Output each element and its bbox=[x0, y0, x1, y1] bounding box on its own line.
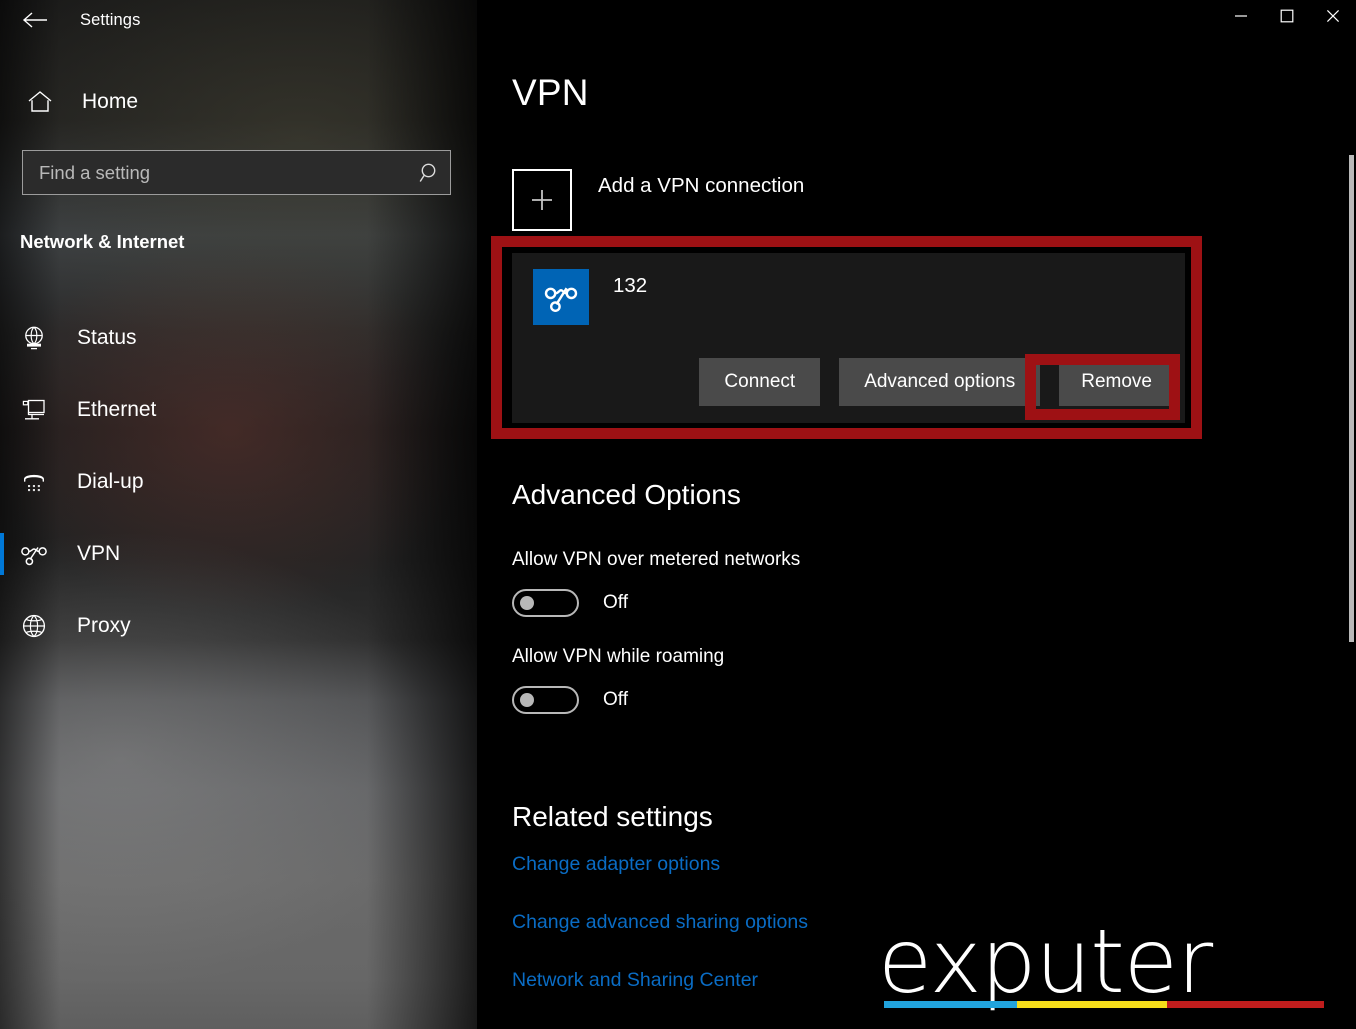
globe-icon bbox=[10, 612, 58, 640]
plus-icon bbox=[512, 168, 572, 231]
sidebar-item-dial-up[interactable]: Dial-up bbox=[0, 446, 455, 518]
titlebar-left: Settings bbox=[0, 0, 477, 40]
back-button[interactable] bbox=[12, 4, 58, 36]
minimize-icon bbox=[1235, 15, 1247, 17]
sidebar-nav-list: Status Ethernet Dial-up VPN Proxy bbox=[0, 302, 455, 662]
selection-accent-bar bbox=[0, 533, 4, 575]
toggle-metered-networks[interactable] bbox=[512, 589, 579, 617]
search-icon[interactable] bbox=[410, 161, 450, 185]
maximize-button[interactable] bbox=[1264, 0, 1310, 32]
sidebar-item-home-label: Home bbox=[82, 90, 139, 113]
sidebar-item-ethernet[interactable]: Ethernet bbox=[0, 374, 455, 446]
toggle-while-roaming[interactable] bbox=[512, 686, 579, 714]
globe-monitor-icon bbox=[10, 324, 58, 352]
close-icon bbox=[1326, 9, 1340, 23]
sidebar-item-dial-up-label: Dial-up bbox=[77, 470, 144, 493]
add-vpn-connection-button[interactable]: Add a VPN connection bbox=[512, 168, 804, 231]
toggle-state-metered-networks: Off bbox=[603, 592, 628, 613]
vpn-connection-tile-icon bbox=[533, 269, 589, 325]
sidebar-item-ethernet-label: Ethernet bbox=[77, 398, 157, 421]
toggle-state-while-roaming: Off bbox=[603, 689, 628, 710]
add-vpn-connection-label: Add a VPN connection bbox=[598, 174, 805, 197]
minimize-button[interactable] bbox=[1218, 0, 1264, 32]
home-icon bbox=[16, 90, 64, 114]
settings-window: Settings Home Find a setting Network & I… bbox=[0, 0, 1356, 1029]
toggle-row-metered-networks: Off bbox=[512, 589, 628, 617]
sidebar-item-status[interactable]: Status bbox=[0, 302, 455, 374]
search-box[interactable] bbox=[22, 150, 451, 195]
toggle-row-while-roaming: Off bbox=[512, 686, 628, 714]
vpn-connection-header: 132 bbox=[512, 253, 1185, 325]
sidebar-item-home[interactable]: Home bbox=[0, 82, 430, 122]
annotation-box-remove-button bbox=[1025, 354, 1180, 420]
monitor-plug-icon bbox=[10, 396, 58, 424]
sidebar-item-proxy[interactable]: Proxy bbox=[0, 590, 455, 662]
vpn-connection-name: 132 bbox=[613, 274, 648, 297]
scrollbar-thumb[interactable] bbox=[1349, 155, 1354, 642]
sidebar-item-proxy-label: Proxy bbox=[77, 614, 131, 637]
phone-handset-icon bbox=[10, 468, 58, 496]
back-arrow-icon bbox=[22, 12, 47, 28]
maximize-icon bbox=[1280, 9, 1294, 23]
page-title: VPN bbox=[512, 72, 589, 113]
setting-label-metered-networks: Allow VPN over metered networks bbox=[512, 549, 801, 570]
link-network-and-sharing-center[interactable]: Network and Sharing Center bbox=[512, 969, 758, 992]
sidebar-item-vpn[interactable]: VPN bbox=[0, 518, 455, 590]
advanced-options-heading: Advanced Options bbox=[512, 479, 741, 510]
app-title: Settings bbox=[80, 10, 141, 29]
main-content: VPN Add a VPN connection 132 Connect Adv… bbox=[477, 0, 1356, 1029]
sidebar: Settings Home Find a setting Network & I… bbox=[0, 0, 477, 1029]
advanced-options-button[interactable]: Advanced options bbox=[839, 358, 1041, 406]
connect-button[interactable]: Connect bbox=[699, 358, 821, 406]
sidebar-category-heading: Network & Internet bbox=[20, 231, 185, 252]
sidebar-item-vpn-label: VPN bbox=[77, 542, 121, 565]
vpn-key-icon bbox=[10, 541, 58, 567]
window-controls bbox=[1218, 0, 1356, 32]
setting-label-while-roaming: Allow VPN while roaming bbox=[512, 646, 725, 667]
close-button[interactable] bbox=[1310, 0, 1356, 32]
sidebar-item-status-label: Status bbox=[77, 326, 137, 349]
toggle-knob bbox=[520, 596, 534, 610]
toggle-knob bbox=[520, 693, 534, 707]
link-change-advanced-sharing-options[interactable]: Change advanced sharing options bbox=[512, 911, 808, 934]
search-input[interactable] bbox=[39, 161, 410, 184]
link-change-adapter-options[interactable]: Change adapter options bbox=[512, 853, 720, 876]
related-settings-heading: Related settings bbox=[512, 801, 713, 832]
